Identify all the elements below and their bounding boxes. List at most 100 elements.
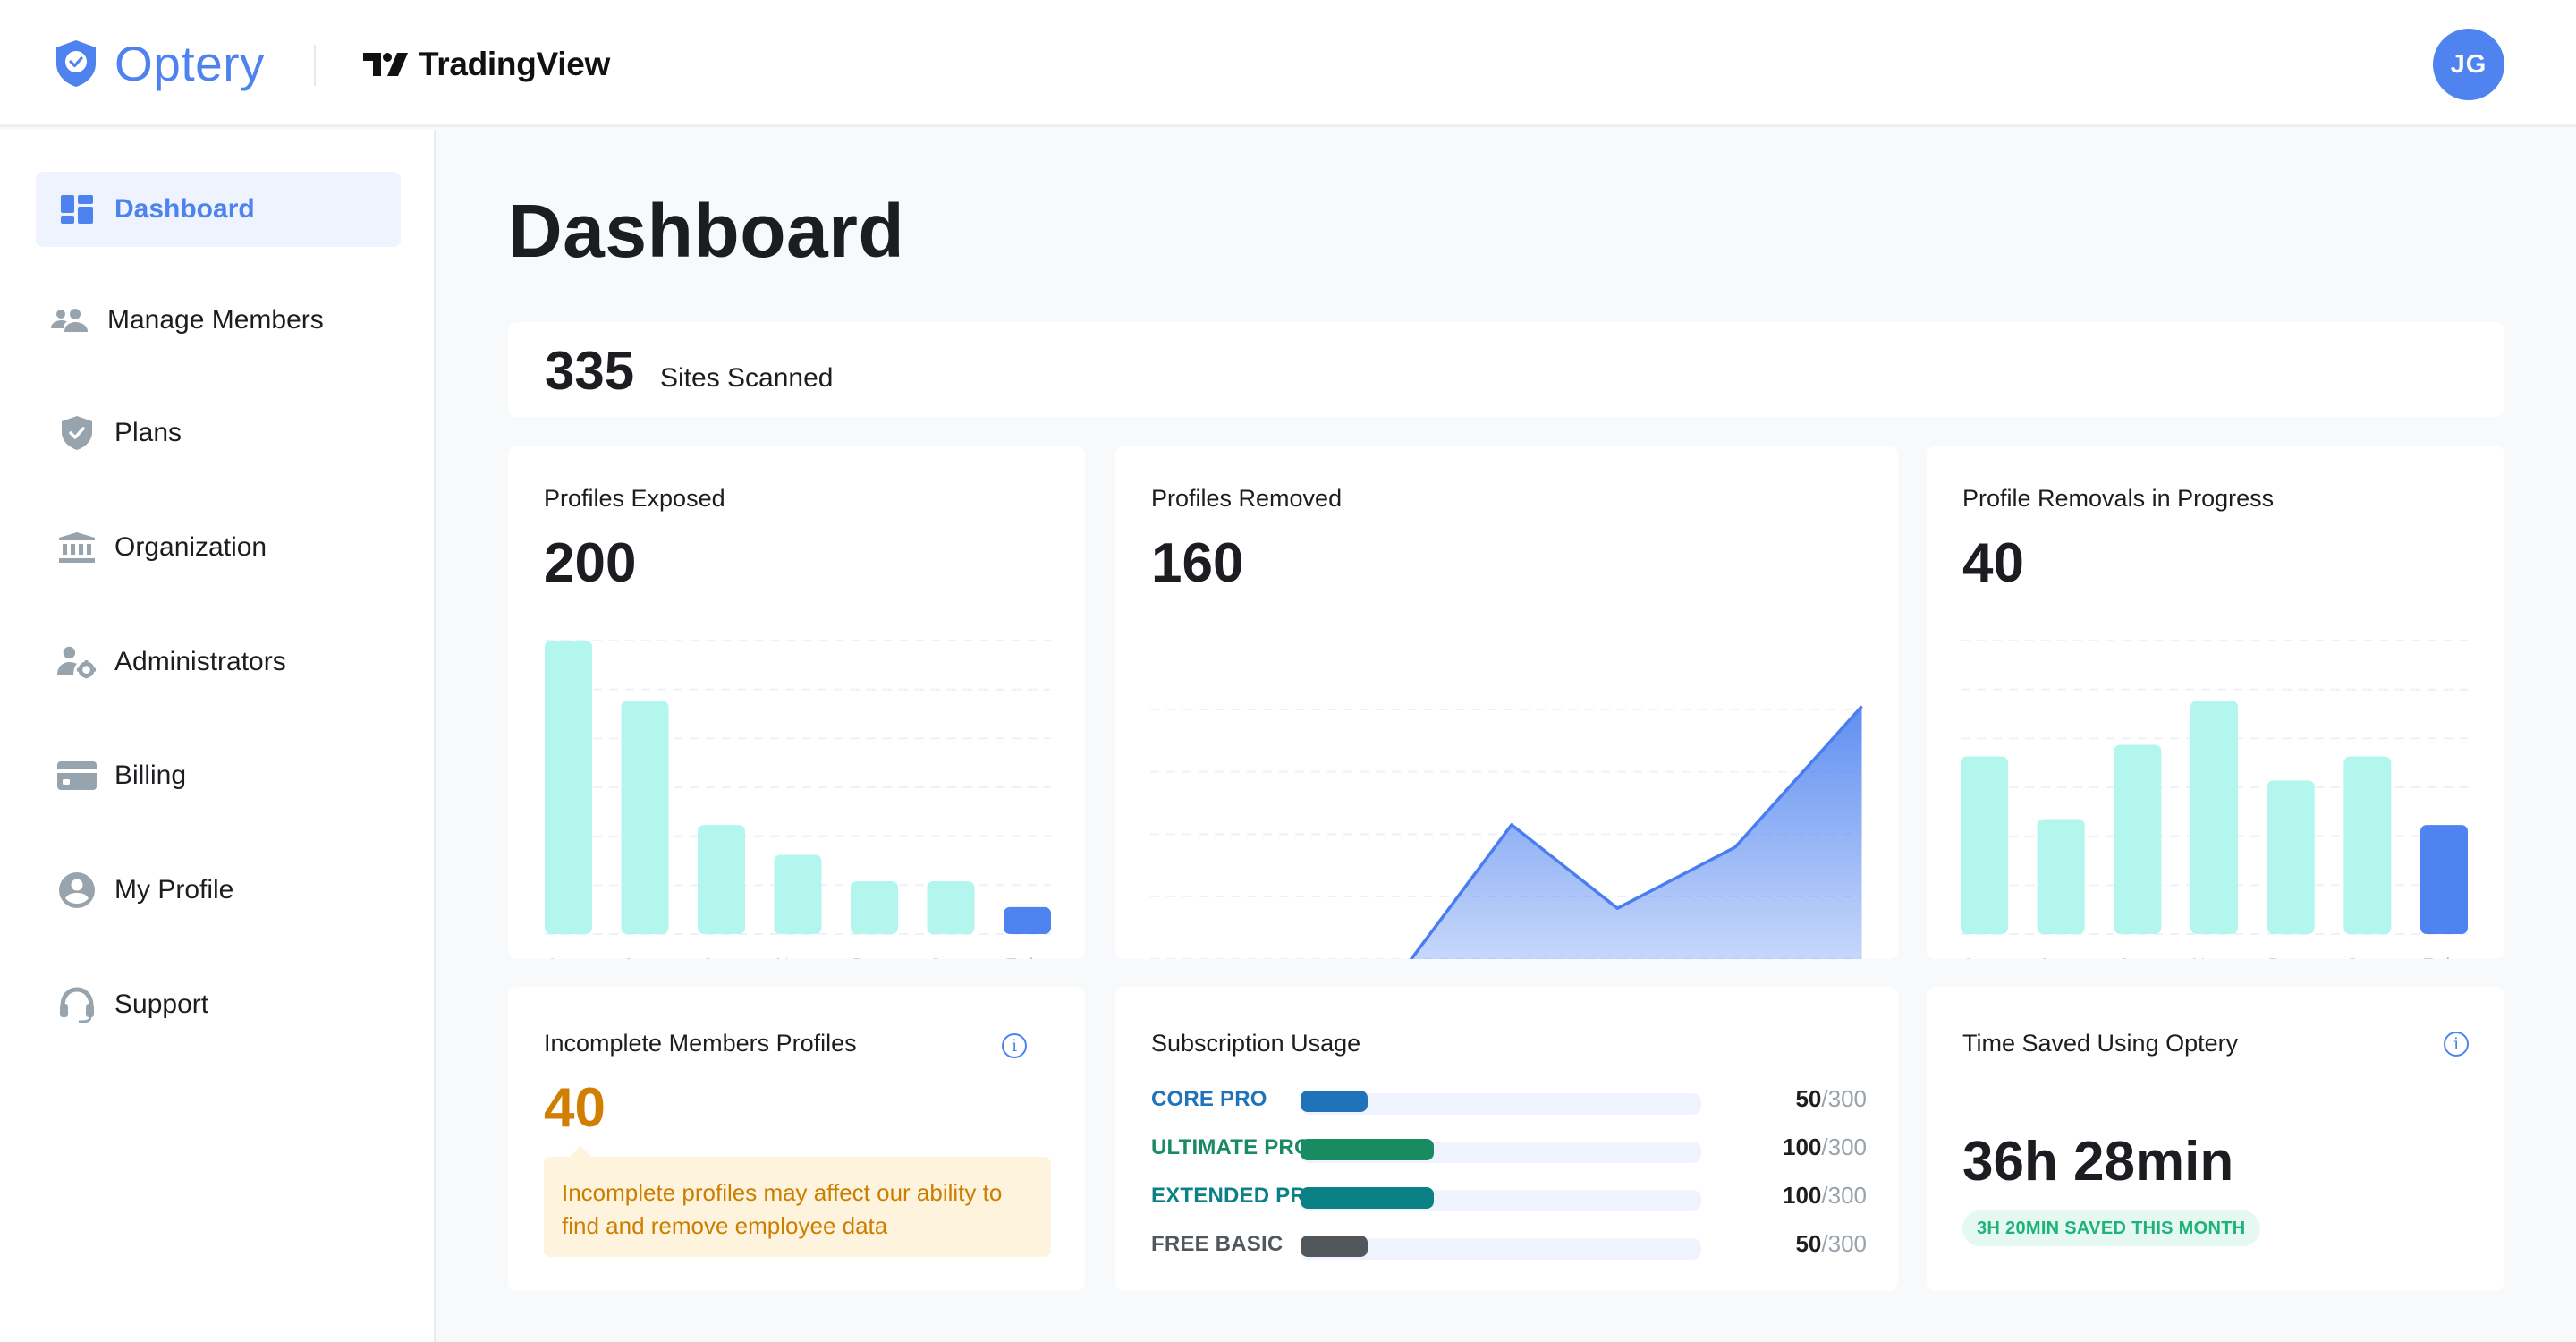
usage-fill [1301, 1187, 1435, 1209]
usage-row-core-pro: CORE PRO 50/300 [1151, 1085, 1867, 1117]
x-tick-label: Dec [2268, 956, 2304, 959]
bar-sep [2037, 819, 2085, 934]
time-saved-month-badge: 3H 20MIN SAVED THIS MONTH [1962, 1210, 2260, 1246]
bar-nov [774, 854, 822, 934]
sidebar-item-manage-members[interactable]: Manage Members [36, 283, 401, 358]
bar-dec [2267, 780, 2315, 934]
x-tick-label: Sep [2038, 956, 2074, 959]
partner-name: TradingView [419, 46, 610, 82]
usage-total: 300 [1827, 1182, 1867, 1209]
usage-track [1301, 1236, 1701, 1260]
usage-used: 100 [1782, 1134, 1822, 1160]
usage-fill [1301, 1091, 1368, 1112]
sidebar-item-label: Billing [114, 760, 187, 790]
card-title: Incomplete Members Profiles [544, 1030, 857, 1057]
usage-total: 300 [1827, 1134, 1867, 1160]
profiles-removed-card: Profiles Removed 160 AugSepOctNovDecJan [1115, 446, 1898, 959]
usage-track [1301, 1091, 1701, 1115]
sidebar-item-organization[interactable]: Organization [36, 510, 401, 585]
x-tick-label: Aug [1962, 956, 1997, 959]
user-gear-icon [57, 644, 97, 680]
sidebar-item-label: Plans [114, 418, 182, 447]
removals-in-progress-card: Profile Removals in Progress 40 AugSepOc… [1927, 446, 2504, 959]
card-title: Subscription Usage [1151, 1030, 1361, 1057]
usage-row-free-basic: FREE BASIC 50/300 [1151, 1230, 1867, 1262]
tradingview-mark-icon [363, 53, 408, 76]
info-icon[interactable]: i [1002, 1033, 1027, 1058]
sidebar-item-my-profile[interactable]: My Profile [36, 853, 401, 928]
sidebar-item-support[interactable]: Support [36, 967, 401, 1042]
bar-jan [2343, 756, 2392, 934]
dashboard-grid-icon [57, 191, 97, 227]
bar-oct [2114, 744, 2162, 934]
usage-used: 100 [1782, 1182, 1822, 1209]
removals-in-progress-chart: Aug Sep Oct Nov Dec Jan Feb [1961, 640, 2468, 959]
bar-oct [698, 825, 745, 934]
page-title: Dashboard [508, 189, 905, 273]
sidebar: Dashboard Manage Members Plans Organizat… [0, 130, 436, 1342]
header-divider [314, 45, 316, 86]
info-icon[interactable]: i [2444, 1032, 2469, 1057]
tradingview-logo: TradingView [363, 45, 610, 84]
x-tick-label: Jan [930, 956, 963, 959]
x-tick-label: Aug [546, 956, 581, 959]
profiles-removed-chart: AugSepOctNovDecJan [1150, 705, 1863, 959]
card-title: Time Saved Using Optery [1962, 1030, 2239, 1057]
bank-building-icon [57, 530, 97, 565]
x-tick-label: Oct [701, 956, 733, 959]
usage-row-extended-pro: EXTENDED PRO 100/300 [1151, 1182, 1867, 1214]
x-tick-label: Feb [1005, 956, 1040, 959]
x-tick-label: Oct [2117, 956, 2149, 959]
sidebar-item-plans[interactable]: Plans [36, 395, 401, 471]
sites-scanned-value: 335 [545, 341, 635, 401]
sidebar-item-label: My Profile [114, 875, 234, 905]
bar-nov [2190, 701, 2238, 934]
incomplete-profiles-warning: Incomplete profiles may affect our abili… [544, 1146, 1051, 1257]
bar-feb [1004, 906, 1051, 934]
sidebar-item-label: Administrators [114, 647, 286, 676]
plan-name: ULTIMATE PRO [1151, 1135, 1311, 1159]
usage-fill [1301, 1139, 1435, 1160]
usage-separator: / [1821, 1182, 1828, 1209]
usage-track [1301, 1139, 1701, 1163]
user-avatar[interactable]: JG [2433, 29, 2504, 100]
sidebar-item-label: Dashboard [114, 194, 255, 224]
brand-name: Optery [114, 35, 266, 91]
sidebar-item-label: Organization [114, 532, 267, 562]
x-tick-label: Sep [623, 956, 658, 959]
bar-dec [851, 880, 898, 934]
credit-card-icon [57, 758, 97, 794]
sidebar-item-dashboard[interactable]: Dashboard [36, 172, 401, 247]
usage-total: 300 [1827, 1085, 1867, 1112]
account-circle-icon [57, 872, 97, 908]
plan-name: CORE PRO [1151, 1087, 1267, 1111]
incomplete-profiles-card: Incomplete Members Profiles i 40 Incompl… [508, 987, 1085, 1291]
usage-track [1301, 1187, 1701, 1211]
usage-count: 100/300 [1783, 1182, 1867, 1210]
sidebar-item-administrators[interactable]: Administrators [36, 624, 401, 700]
people-icon [50, 302, 89, 338]
sites-scanned-label: Sites Scanned [660, 363, 834, 393]
headset-icon [57, 987, 97, 1023]
time-saved-card: Time Saved Using Optery i 36h 28min 3H 2… [1927, 987, 2504, 1291]
sidebar-item-label: Manage Members [107, 305, 324, 335]
x-tick-label: Nov [775, 956, 811, 959]
profiles-exposed-chart: Aug Sep Oct Nov Dec Jan Feb [545, 640, 1051, 959]
profiles-exposed-card: Profiles Exposed 200 AugSepOctNovDecJanF… [508, 446, 1085, 959]
bar-aug [545, 641, 592, 934]
optery-logo[interactable]: Optery [55, 36, 265, 91]
bar-jan [927, 880, 975, 934]
optery-shield-icon [56, 40, 96, 87]
plan-name: EXTENDED PRO [1151, 1184, 1323, 1208]
usage-total: 300 [1827, 1230, 1867, 1257]
sites-scanned-card: 335 Sites Scanned [508, 322, 2504, 417]
usage-separator: / [1821, 1230, 1828, 1257]
sidebar-item-billing[interactable]: Billing [36, 738, 401, 813]
x-tick-label: Nov [2191, 956, 2227, 959]
top-header: Optery TradingView JG [0, 0, 2576, 127]
time-saved-value: 36h 28min [1962, 1131, 2234, 1193]
usage-used: 50 [1795, 1085, 1822, 1112]
bar-feb [2420, 825, 2468, 934]
usage-count: 50/300 [1795, 1085, 1867, 1113]
usage-count: 100/300 [1783, 1134, 1867, 1161]
